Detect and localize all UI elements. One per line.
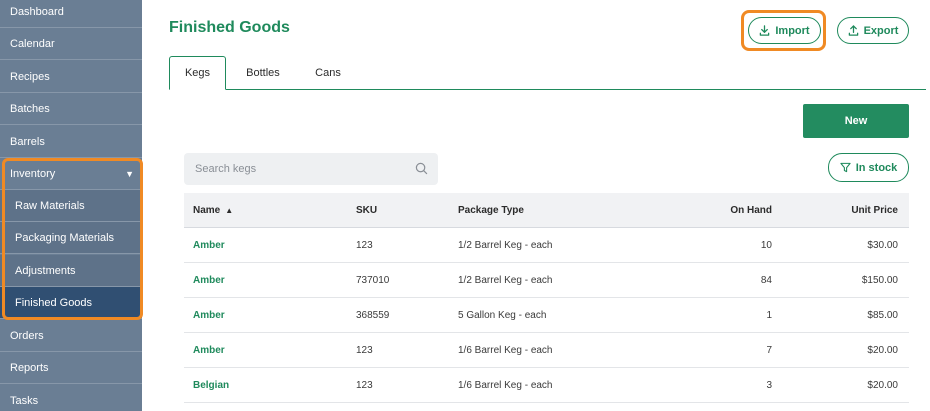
sidebar-item-label: Adjustments — [15, 264, 76, 277]
row-package-type: 1/6 Barrel Keg - each — [458, 344, 553, 356]
row-package-type: 5 Gallon Keg - each — [458, 309, 547, 321]
table-row[interactable]: Amber 737010 1/2 Barrel Keg - each 84 $1… — [184, 263, 909, 298]
row-name-link[interactable]: Belgian — [193, 368, 229, 402]
row-name-link[interactable]: Amber — [193, 333, 225, 367]
table-row[interactable]: Amber 123 1/2 Barrel Keg - each 10 $30.0… — [184, 228, 909, 263]
search-input[interactable] — [195, 163, 410, 175]
row-sku: 123 — [356, 344, 373, 356]
row-unit-price: $150.00 — [861, 274, 898, 286]
column-header-sku[interactable]: SKU — [356, 193, 377, 227]
new-button[interactable]: New — [803, 104, 909, 138]
row-sku: 123 — [356, 239, 373, 251]
row-on-hand: 3 — [766, 379, 772, 391]
table-row[interactable]: Amber 368559 5 Gallon Keg - each 1 $85.0… — [184, 298, 909, 333]
sidebar-item-orders[interactable]: Orders — [0, 320, 142, 352]
row-on-hand: 1 — [766, 309, 772, 321]
filter-icon — [840, 162, 851, 173]
sort-ascending-icon: ▲ — [225, 205, 234, 215]
tab-bottles[interactable]: Bottles — [234, 56, 292, 90]
sidebar-item-tasks[interactable]: Tasks — [0, 385, 142, 411]
row-unit-price: $20.00 — [867, 379, 898, 391]
row-name-link[interactable]: Amber — [193, 263, 225, 297]
sidebar-item-batches[interactable]: Batches — [0, 93, 142, 125]
import-button[interactable]: Import — [748, 17, 821, 44]
sidebar-item-label: Calendar — [10, 37, 55, 50]
upload-icon — [848, 25, 858, 36]
sidebar-item-label: Batches — [10, 102, 50, 115]
export-button[interactable]: Export — [837, 17, 909, 44]
row-package-type: 1/6 Barrel Keg - each — [458, 379, 553, 391]
row-unit-price: $20.00 — [867, 344, 898, 356]
row-unit-price: $85.00 — [867, 309, 898, 321]
row-on-hand: 7 — [766, 344, 772, 356]
sidebar-item-dashboard[interactable]: Dashboard — [0, 0, 142, 28]
sidebar-item-label: Orders — [10, 329, 44, 342]
page-title: Finished Goods — [169, 19, 290, 36]
sidebar-item-recipes[interactable]: Recipes — [0, 61, 142, 93]
sidebar-item-label: Dashboard — [10, 5, 64, 18]
download-icon — [760, 25, 770, 36]
sidebar-item-label: Recipes — [10, 70, 50, 83]
table-row[interactable]: Amber 123 1/6 Barrel Keg - each 7 $20.00 — [184, 333, 909, 368]
row-sku: 368559 — [356, 309, 390, 321]
search-box — [184, 153, 438, 185]
in-stock-filter-button[interactable]: In stock — [828, 153, 909, 182]
row-on-hand: 84 — [760, 274, 772, 286]
sidebar-item-label: Barrels — [10, 135, 45, 148]
table-row[interactable]: Belgian 123 1/6 Barrel Keg - each 3 $20.… — [184, 368, 909, 403]
search-icon[interactable] — [415, 162, 428, 175]
in-stock-filter-label: In stock — [855, 161, 898, 174]
sidebar-item-finished-goods[interactable]: Finished Goods — [0, 287, 142, 319]
column-header-name[interactable]: Name ▲ — [193, 193, 233, 227]
caret-down-icon: ▼ — [125, 169, 134, 179]
sidebar-item-calendar[interactable]: Calendar — [0, 28, 142, 60]
sidebar-item-label: Finished Goods — [15, 296, 93, 309]
row-on-hand: 10 — [760, 239, 772, 251]
row-unit-price: $30.00 — [867, 239, 898, 251]
column-header-on-hand[interactable]: On Hand — [730, 193, 772, 227]
row-sku: 123 — [356, 379, 373, 391]
sidebar-item-adjustments[interactable]: Adjustments — [0, 255, 142, 287]
sidebar: Dashboard Calendar Recipes Batches Barre… — [0, 0, 142, 411]
export-button-label: Export — [863, 24, 899, 37]
row-name-link[interactable]: Amber — [193, 298, 225, 332]
row-package-type: 1/2 Barrel Keg - each — [458, 274, 553, 286]
column-header-name-label: Name — [193, 204, 221, 216]
sidebar-item-label: Raw Materials — [15, 199, 85, 212]
sidebar-item-raw-materials[interactable]: Raw Materials — [0, 190, 142, 222]
import-button-label: Import — [775, 24, 810, 37]
finished-goods-table: Name ▲ SKU Package Type On Hand Unit Pri… — [184, 193, 909, 403]
sidebar-item-label: Inventory — [10, 167, 56, 180]
tab-kegs[interactable]: Kegs — [169, 56, 226, 90]
column-header-unit-price[interactable]: Unit Price — [851, 193, 898, 227]
tab-cans[interactable]: Cans — [305, 56, 351, 90]
sidebar-item-label: Tasks — [10, 394, 39, 407]
table-header-row: Name ▲ SKU Package Type On Hand Unit Pri… — [184, 193, 909, 228]
sidebar-item-barrels[interactable]: Barrels — [0, 126, 142, 158]
row-package-type: 1/2 Barrel Keg - each — [458, 239, 553, 251]
sidebar-item-inventory[interactable]: Inventory ▼ — [0, 158, 142, 190]
sidebar-item-label: Packaging Materials — [15, 231, 115, 244]
sidebar-item-packaging-materials[interactable]: Packaging Materials — [0, 222, 142, 254]
row-name-link[interactable]: Amber — [193, 228, 225, 262]
row-sku: 737010 — [356, 274, 390, 286]
sidebar-item-label: Reports — [10, 361, 49, 374]
column-header-package-type[interactable]: Package Type — [458, 193, 524, 227]
sidebar-item-reports[interactable]: Reports — [0, 352, 142, 384]
